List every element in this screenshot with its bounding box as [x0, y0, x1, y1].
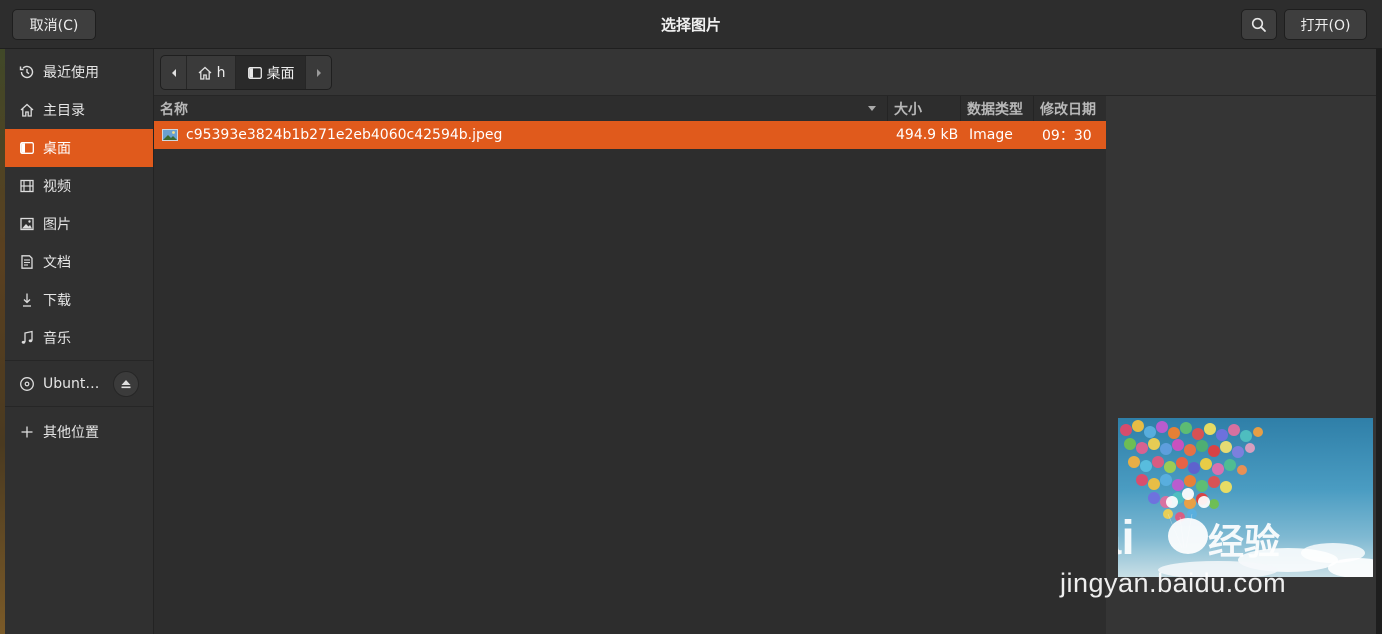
plus-icon — [19, 424, 35, 440]
table-row[interactable]: c95393e3824b1b271e2eb4060c42594b.jpeg 49… — [154, 121, 1106, 149]
sidebar-item-label: 文档 — [43, 255, 71, 271]
column-header-modified[interactable]: 修改日期 — [1034, 96, 1106, 121]
header-bar: 取消(C) 选择图片 打开(O) — [0, 0, 1382, 49]
sidebar-item-downloads[interactable]: 下载 — [5, 281, 153, 319]
path-bar: h 桌面 — [160, 55, 332, 90]
sidebar-item-ubuntu-volume[interactable]: Ubunt… — [5, 365, 153, 403]
path-forward-button[interactable] — [306, 56, 331, 89]
search-icon — [1251, 17, 1266, 32]
sidebar-item-label: 主目录 — [43, 103, 85, 119]
sidebar-item-other-locations[interactable]: 其他位置 — [5, 413, 153, 451]
document-icon — [19, 254, 35, 270]
sidebar-item-label: 下载 — [43, 293, 71, 309]
music-icon — [19, 330, 35, 346]
dialog-title: 选择图片 — [660, 15, 721, 34]
path-segment-label: 桌面 — [266, 65, 295, 82]
column-header-size[interactable]: 大小 — [888, 96, 961, 121]
sidebar-item-documents[interactable]: 文档 — [5, 243, 153, 281]
disc-icon — [19, 376, 35, 392]
places-sidebar: 最近使用 主目录 桌面 视频 图片 文档 下载 音乐 Ubunt… 其他位置 — [5, 49, 154, 634]
home-icon — [19, 102, 35, 118]
column-header-type[interactable]: 数据类型 — [961, 96, 1034, 121]
file-name: c95393e3824b1b271e2eb4060c42594b.jpeg — [186, 127, 503, 143]
sidebar-separator — [5, 360, 153, 361]
file-list: 名称 大小 数据类型 修改日期 c95393e3824b1b271e2eb406… — [154, 96, 1106, 634]
eject-icon — [121, 380, 131, 389]
eject-button[interactable] — [113, 371, 139, 397]
column-header-label: 名称 — [160, 101, 188, 118]
column-header-label: 大小 — [894, 101, 922, 118]
home-icon — [198, 66, 212, 80]
column-header-label: 数据类型 — [967, 101, 1023, 118]
clock-icon — [19, 64, 35, 80]
chevron-left-icon — [171, 68, 176, 77]
sidebar-item-music[interactable]: 音乐 — [5, 319, 153, 357]
desktop-icon — [247, 66, 262, 79]
window-edge — [1376, 0, 1382, 634]
file-modified: 09：30 — [1042, 128, 1092, 144]
sidebar-item-label: 桌面 — [43, 141, 71, 157]
sidebar-separator — [5, 406, 153, 407]
sidebar-item-label: 视频 — [43, 179, 71, 195]
open-button[interactable]: 打开(O) — [1284, 9, 1367, 40]
watermark-url: jingyan.baidu.com — [1060, 568, 1287, 598]
image-preview: Bai 经验 — [1118, 418, 1373, 577]
sidebar-item-desktop[interactable]: 桌面 — [5, 129, 153, 167]
watermark-logo-text-2: 经验 — [1208, 522, 1280, 563]
image-icon — [19, 216, 35, 232]
column-header-label: 修改日期 — [1040, 101, 1096, 118]
sidebar-item-pictures[interactable]: 图片 — [5, 205, 153, 243]
sidebar-item-home[interactable]: 主目录 — [5, 91, 153, 129]
sidebar-item-label: 其他位置 — [43, 425, 99, 441]
sidebar-item-recent[interactable]: 最近使用 — [5, 53, 153, 91]
file-chooser-dialog: 取消(C) 选择图片 打开(O) 最近使用 主目录 桌面 视频 图片 文档 下载… — [0, 0, 1382, 634]
download-icon — [19, 292, 35, 308]
file-size: 494.9 kB — [896, 127, 959, 143]
sidebar-item-label: 图片 — [43, 217, 71, 233]
sidebar-item-label: 音乐 — [43, 331, 71, 347]
desktop-icon — [19, 140, 35, 156]
search-button[interactable] — [1241, 9, 1277, 40]
chevron-right-icon — [316, 68, 321, 77]
path-segment-label: h — [216, 64, 226, 81]
sidebar-item-videos[interactable]: 视频 — [5, 167, 153, 205]
sort-descending-icon — [868, 106, 876, 111]
sidebar-item-label: Ubunt… — [43, 376, 100, 392]
location-bar: h 桌面 — [154, 49, 1376, 96]
path-segment-home[interactable]: h — [187, 56, 236, 89]
path-back-button[interactable] — [161, 56, 187, 89]
file-type-icon — [162, 121, 178, 149]
sidebar-item-label: 最近使用 — [43, 65, 99, 81]
cancel-button[interactable]: 取消(C) — [12, 9, 96, 40]
paw-logo-icon — [1166, 488, 1210, 554]
file-type: Image — [969, 127, 1013, 143]
watermark-logo-text: Bai — [1118, 512, 1135, 565]
column-header-name[interactable]: 名称 — [154, 96, 888, 121]
path-segment-desktop[interactable]: 桌面 — [236, 56, 306, 89]
film-icon — [19, 178, 35, 194]
